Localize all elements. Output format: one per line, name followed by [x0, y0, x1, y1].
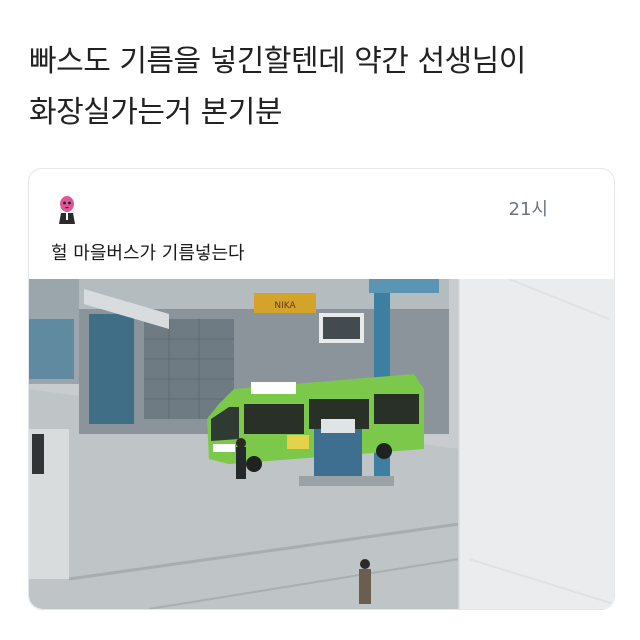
headline-line-1: 빠스도 기름을 넣긴할텐데 약간 선생님이: [29, 44, 526, 79]
station-sign-text: NIKA: [274, 301, 296, 311]
tweet-text: 헐 마을버스가 기름넣는다: [51, 243, 245, 264]
post-headline: 빠스도 기름을 넣긴할텐데 약간 선생님이 화장실가는거 본기분: [29, 36, 619, 138]
embedded-tweet-card[interactable]: 21시 헐 마을버스가 기름넣는다 NIKA: [28, 168, 615, 610]
tweet-photo[interactable]: NIKA: [29, 279, 614, 609]
avatar-icon[interactable]: [53, 194, 81, 224]
headline-line-2: 화장실가는거 본기분: [29, 95, 282, 130]
tweet-header: 21시 헐 마을버스가 기름넣는다: [29, 169, 614, 279]
bus-refueling-photo: NIKA: [29, 279, 614, 609]
tweet-time: 21시: [508, 199, 548, 220]
